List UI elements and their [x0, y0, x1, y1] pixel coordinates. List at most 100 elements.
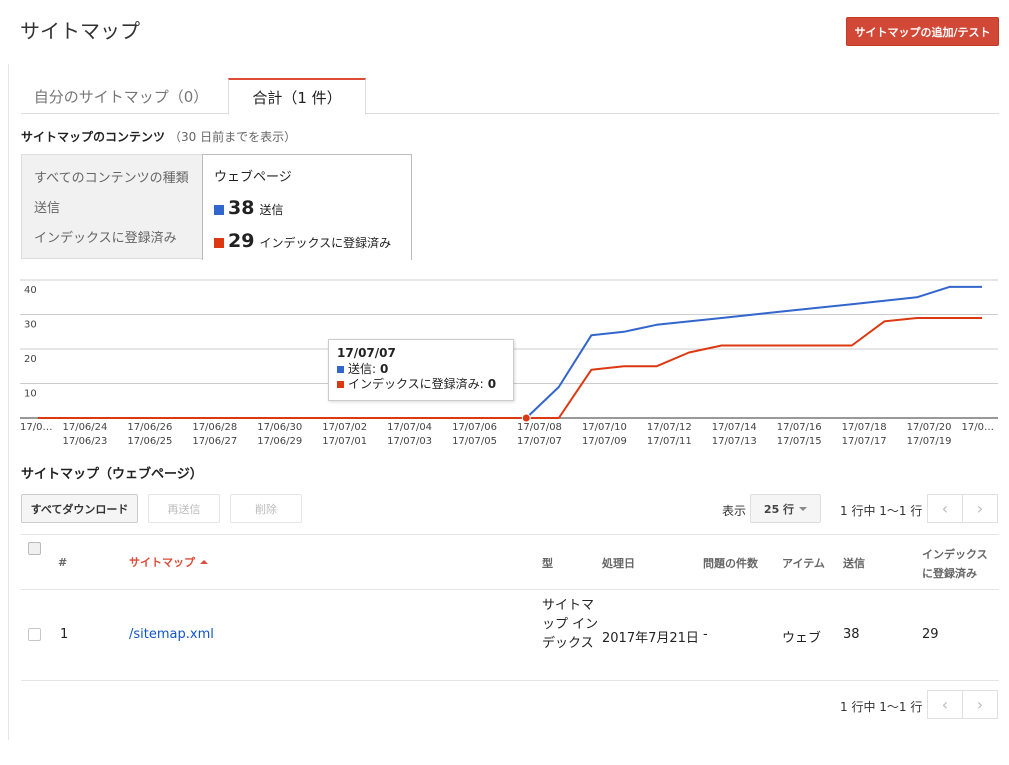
x-tick-label: 17/07/01 — [322, 436, 367, 447]
x-tick-label: 17/06/23 — [62, 436, 107, 447]
row-num: 1 — [60, 627, 69, 642]
chart-tooltip: 17/07/07 送信: 0 インデックスに登録済み: 0 — [328, 339, 514, 401]
table-heading: サイトマップ（ウェブページ） — [21, 467, 203, 482]
x-tick-label: 17/07/12 — [647, 422, 692, 433]
x-tick-label: 17/07/10 — [582, 422, 627, 433]
x-tick-label: 17/07/16 — [777, 422, 822, 433]
tooltip-value-submitted: 0 — [380, 362, 389, 376]
x-tick-label: 17/06/29 — [257, 436, 302, 447]
delete-button[interactable]: 削除 — [230, 494, 302, 523]
sort-ascending-icon — [200, 560, 208, 564]
x-tick-label: 17/06/24 — [62, 422, 107, 433]
left-divider — [8, 64, 9, 740]
x-tick-label: 17/06/26 — [127, 422, 172, 433]
x-tick-label: 17/07/17 — [842, 436, 887, 447]
picker-indexed[interactable]: インデックスに登録済み — [34, 227, 177, 246]
row-items: ウェブ — [782, 631, 822, 646]
x-tick-label: 17/07/13 — [712, 436, 757, 447]
rows-per-page-value: 25 行 — [763, 502, 795, 516]
resend-button[interactable]: 再送信 — [148, 494, 220, 523]
x-tick-label: 17/06/27 — [192, 436, 237, 447]
x-tick-label: 17/0… — [962, 422, 994, 433]
highlight-point — [521, 413, 531, 423]
row-checkbox[interactable] — [28, 628, 41, 641]
prev-page-icon[interactable]: ‹ — [927, 690, 963, 719]
tab-all-sitemaps[interactable]: 合計（1 件） — [228, 78, 366, 115]
page-title: サイトマップ — [20, 19, 140, 43]
x-tick-label: 17/07/11 — [647, 436, 692, 447]
tooltip-date: 17/07/07 — [337, 346, 396, 360]
row-indexed: 29 — [922, 627, 939, 642]
y-tick-label: 30 — [24, 320, 37, 331]
table-top-rule — [21, 534, 999, 535]
col-issues[interactable]: 問題の件数 — [703, 555, 758, 571]
stat-submitted-label: 送信 — [259, 203, 284, 217]
next-page-icon[interactable]: › — [962, 494, 998, 523]
pagination-text-top: 1 行中 1～1 行 — [840, 504, 923, 518]
col-indexed-line1: インデックス — [922, 548, 988, 561]
stat-indexed-value: 29 — [228, 230, 255, 252]
contents-heading: サイトマップのコンテンツ （30 日前までを表示） — [21, 128, 296, 145]
x-tick-label: 17/07/19 — [907, 436, 952, 447]
tab-bar: 自分のサイトマップ（0） 合計（1 件） — [21, 78, 999, 115]
x-tick-label: 17/07/03 — [387, 436, 432, 447]
add-test-sitemap-button[interactable]: サイトマップの追加/テスト — [846, 17, 999, 46]
col-items[interactable]: アイテム — [782, 555, 825, 571]
select-all-checkbox[interactable] — [28, 542, 41, 555]
indexed-swatch — [214, 238, 224, 248]
tooltip-row-indexed: インデックスに登録済み: 0 — [337, 377, 505, 392]
x-tick-label: 17/06/28 — [192, 422, 237, 433]
x-tick-label: 17/07/06 — [452, 422, 497, 433]
panel-title: ウェブページ — [214, 170, 292, 185]
chevron-down-icon — [799, 506, 808, 511]
next-page-icon[interactable]: › — [962, 690, 998, 719]
contents-heading-sub: （30 日前までを表示） — [169, 130, 297, 144]
row-issues: - — [703, 627, 708, 642]
picker-all-content-types[interactable]: すべてのコンテンツの種類 — [34, 167, 189, 186]
x-tick-label: 17/06/25 — [127, 436, 172, 447]
x-tick-label: 17/07/20 — [907, 422, 952, 433]
sitemap-link[interactable]: /sitemap.xml — [129, 627, 214, 642]
stat-submitted-value: 38 — [228, 197, 255, 219]
stat-submitted[interactable]: 38 送信 — [214, 197, 283, 219]
submitted-swatch — [214, 205, 224, 215]
col-sitemap[interactable]: サイトマップ — [129, 554, 208, 570]
webpages-panel: ウェブページ 38 送信 29 インデックスに登録済み — [202, 154, 412, 260]
x-tick-label: 17/07/14 — [712, 422, 757, 433]
col-sitemap-label: サイトマップ — [129, 556, 195, 569]
y-tick-label: 10 — [24, 389, 37, 400]
x-tick-label: 17/06/30 — [257, 422, 302, 433]
col-submitted[interactable]: 送信 — [843, 555, 865, 571]
pagination-text-bottom: 1 行中 1～1 行 — [840, 700, 923, 714]
col-type[interactable]: 型 — [542, 555, 553, 571]
content-type-picker: すべてのコンテンツの種類 送信 インデックスに登録済み — [21, 154, 203, 259]
x-tick-label: 17/07/08 — [517, 422, 562, 433]
show-label: 表示 — [722, 504, 747, 518]
tooltip-label-submitted: 送信: — [348, 362, 377, 376]
y-tick-label: 40 — [24, 285, 37, 296]
col-indexed-line2: に登録済み — [922, 567, 977, 580]
tooltip-swatch-submitted — [337, 366, 344, 373]
x-tick-label: 17/07/07 — [517, 436, 562, 447]
tooltip-label-indexed: インデックスに登録済み: — [348, 377, 484, 391]
row-processed: 2017年7月21日 — [602, 631, 699, 646]
x-tick-label: 17/07/02 — [322, 422, 367, 433]
header-rule — [21, 589, 999, 590]
tooltip-row-submitted: 送信: 0 — [337, 362, 505, 377]
x-tick-label: 17/0… — [20, 422, 52, 433]
tab-my-sitemaps[interactable]: 自分のサイトマップ（0） — [21, 78, 221, 114]
row-type: サイトマップ インデックス — [542, 598, 599, 651]
prev-page-icon[interactable]: ‹ — [927, 494, 963, 523]
stat-indexed[interactable]: 29 インデックスに登録済み — [214, 230, 391, 252]
row-submitted: 38 — [843, 627, 860, 642]
col-processed[interactable]: 処理日 — [602, 555, 635, 571]
x-tick-label: 17/07/04 — [387, 422, 432, 433]
x-tick-label: 17/07/05 — [452, 436, 497, 447]
contents-heading-title: サイトマップのコンテンツ — [21, 130, 166, 144]
x-tick-label: 17/07/15 — [777, 436, 822, 447]
tooltip-swatch-indexed — [337, 381, 344, 388]
rows-per-page-select[interactable]: 25 行 — [750, 494, 821, 523]
download-all-button[interactable]: すべてダウンロード — [21, 494, 138, 523]
picker-submitted[interactable]: 送信 — [34, 197, 60, 216]
col-indexed[interactable]: インデックス に登録済み — [922, 546, 988, 581]
